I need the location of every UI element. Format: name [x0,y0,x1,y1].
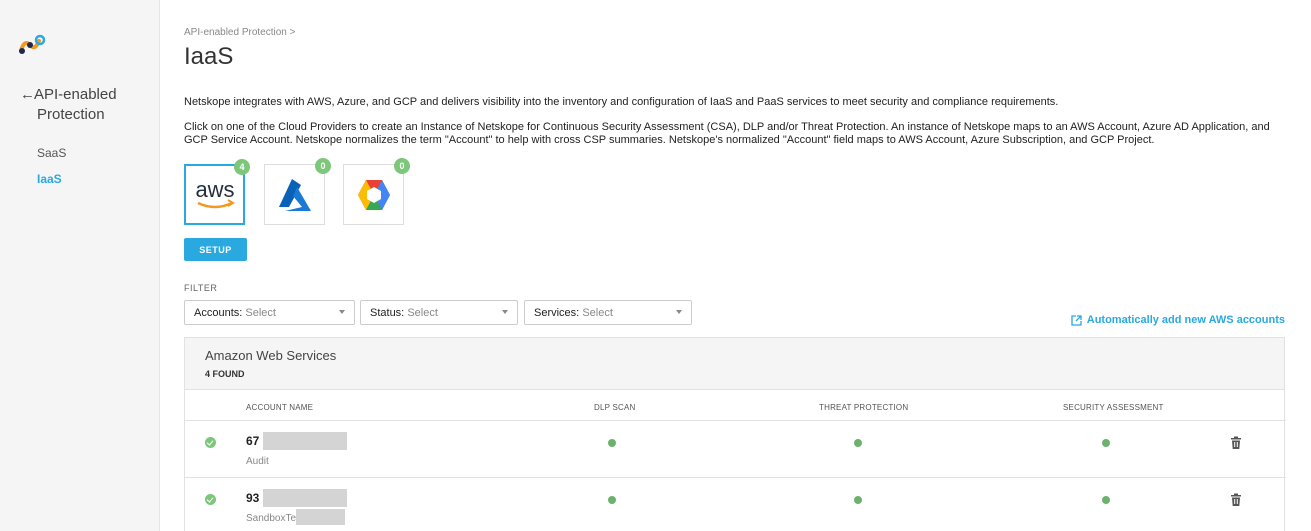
account-id: 67 [246,434,260,448]
column-header-security-assessment[interactable]: SECURITY ASSESSMENT [1063,403,1164,412]
column-header-dlp-scan[interactable]: DLP SCAN [594,403,635,412]
dlp-scan-status-dot [608,496,616,504]
instructions-paragraph: Click on one of the Cloud Providers to c… [184,121,1270,146]
provider-aws-count-badge: 4 [234,159,250,175]
page-title: IaaS [184,43,234,70]
account-name: Audit [246,456,269,467]
panel-title: Amazon Web Services [205,348,337,363]
gcp-logo-icon [357,179,390,210]
sidebar-item-saas[interactable]: SaaS [37,146,66,160]
azure-logo-icon [278,178,311,211]
back-arrow-icon: ← [20,86,35,103]
column-header-account-name[interactable]: ACCOUNT NAME [246,403,313,412]
aws-logo-icon: aws [195,177,235,208]
services-filter-select[interactable]: Services: Select [524,300,692,325]
provider-gcp-tile[interactable]: 0 [343,158,410,225]
redacted-block [263,489,347,507]
panel-header: Amazon Web Services 4 FOUND [185,338,1284,390]
filter-label: FILTER [184,283,218,293]
threat-protection-status-dot [854,439,862,447]
sidebar: ←API-enabled Protection SaaS IaaS [0,0,160,531]
dlp-scan-status-dot [608,439,616,447]
account-name: SandboxTe [246,513,297,524]
main-content: API-enabled Protection > IaaS Netskope i… [184,0,1311,531]
provider-gcp-count-badge: 0 [394,158,410,174]
threat-protection-status-dot [854,496,862,504]
sidebar-item-iaas[interactable]: IaaS [37,172,62,186]
column-header-threat-protection[interactable]: THREAT PROTECTION [819,403,908,412]
auto-add-aws-accounts-link[interactable]: Automatically add new AWS accounts [1071,314,1285,326]
account-id: 93 [246,491,260,505]
accounts-filter-select[interactable]: Accounts: Select [184,300,355,325]
status-filter-select[interactable]: Status: Select [360,300,518,325]
provider-azure-tile[interactable]: 0 [264,158,331,225]
setup-button[interactable]: SETUP [184,238,247,261]
status-ok-icon [205,494,216,505]
security-assessment-status-dot [1102,496,1110,504]
table-row[interactable]: 67 Audit [185,420,1286,477]
intro-paragraph: Netskope integrates with AWS, Azure, and… [184,96,1059,108]
chevron-down-icon [676,310,682,314]
back-to-api-protection[interactable]: ←API-enabled Protection [20,85,117,125]
security-assessment-status-dot [1102,439,1110,447]
table-row[interactable]: 93 SandboxTe [185,477,1286,531]
trash-icon[interactable] [1230,436,1242,450]
redacted-block [296,509,345,525]
status-ok-icon [205,437,216,448]
chevron-down-icon [339,310,345,314]
provider-azure-count-badge: 0 [315,158,331,174]
found-count: 4 FOUND [205,369,245,379]
aws-logo-text: aws [195,177,234,202]
external-link-icon [1071,314,1082,326]
netskope-logo-icon [19,34,46,54]
trash-icon[interactable] [1230,493,1242,507]
breadcrumb[interactable]: API-enabled Protection > [184,27,295,38]
aws-accounts-panel: Amazon Web Services 4 FOUND ACCOUNT NAME… [184,337,1286,531]
chevron-down-icon [502,310,508,314]
provider-aws-tile[interactable]: aws 4 [184,159,250,225]
redacted-block [263,432,347,450]
